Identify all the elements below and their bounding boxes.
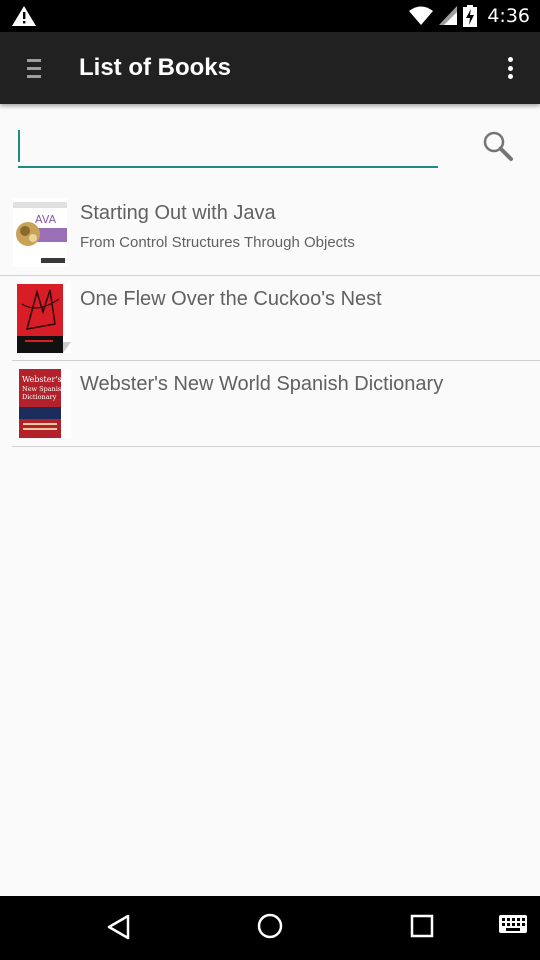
battery-charging-icon xyxy=(463,5,478,27)
signal-icon xyxy=(439,6,458,25)
navigation-bar xyxy=(0,896,540,960)
list-item[interactable]: One Flew Over the Cuckoo's Nest xyxy=(12,276,540,361)
status-time: 4:36 xyxy=(487,5,530,27)
keyboard-icon[interactable] xyxy=(498,914,528,936)
warning-icon xyxy=(12,6,36,26)
more-vert-icon[interactable] xyxy=(498,54,522,82)
svg-text:Dictionary: Dictionary xyxy=(22,393,57,401)
recents-icon[interactable] xyxy=(408,912,436,940)
home-icon[interactable] xyxy=(256,912,284,940)
wifi-icon xyxy=(409,6,434,25)
app-bar: List of Books xyxy=(0,32,540,104)
page-title: List of Books xyxy=(79,54,232,81)
list-item[interactable]: AVA Starting Out with Java From Control … xyxy=(0,190,540,276)
search-icon[interactable] xyxy=(480,128,516,164)
book-title: Webster's New World Spanish Dictionary xyxy=(80,373,444,395)
book-cover-image xyxy=(17,283,71,353)
svg-text:Webster's: Webster's xyxy=(22,375,62,384)
book-list: AVA Starting Out with Java From Control … xyxy=(0,190,540,447)
svg-text:AVA: AVA xyxy=(35,213,57,226)
hamburger-icon[interactable] xyxy=(18,52,50,84)
search-input[interactable] xyxy=(18,126,438,168)
list-item[interactable]: Webster's New Spanish Dictionary Webster… xyxy=(12,361,540,447)
book-title: One Flew Over the Cuckoo's Nest xyxy=(80,287,382,310)
status-icons: 4:36 xyxy=(409,0,530,32)
svg-text:New Spanish: New Spanish xyxy=(22,385,65,393)
book-cover-image: AVA xyxy=(13,198,67,267)
status-bar: 4:36 xyxy=(0,0,540,32)
book-title: Starting Out with Java xyxy=(80,202,276,224)
book-subtitle: From Control Structures Through Objects xyxy=(80,234,355,251)
text-cursor xyxy=(18,130,20,162)
back-icon[interactable] xyxy=(104,912,134,942)
book-cover-image: Webster's New Spanish Dictionary xyxy=(17,369,71,438)
